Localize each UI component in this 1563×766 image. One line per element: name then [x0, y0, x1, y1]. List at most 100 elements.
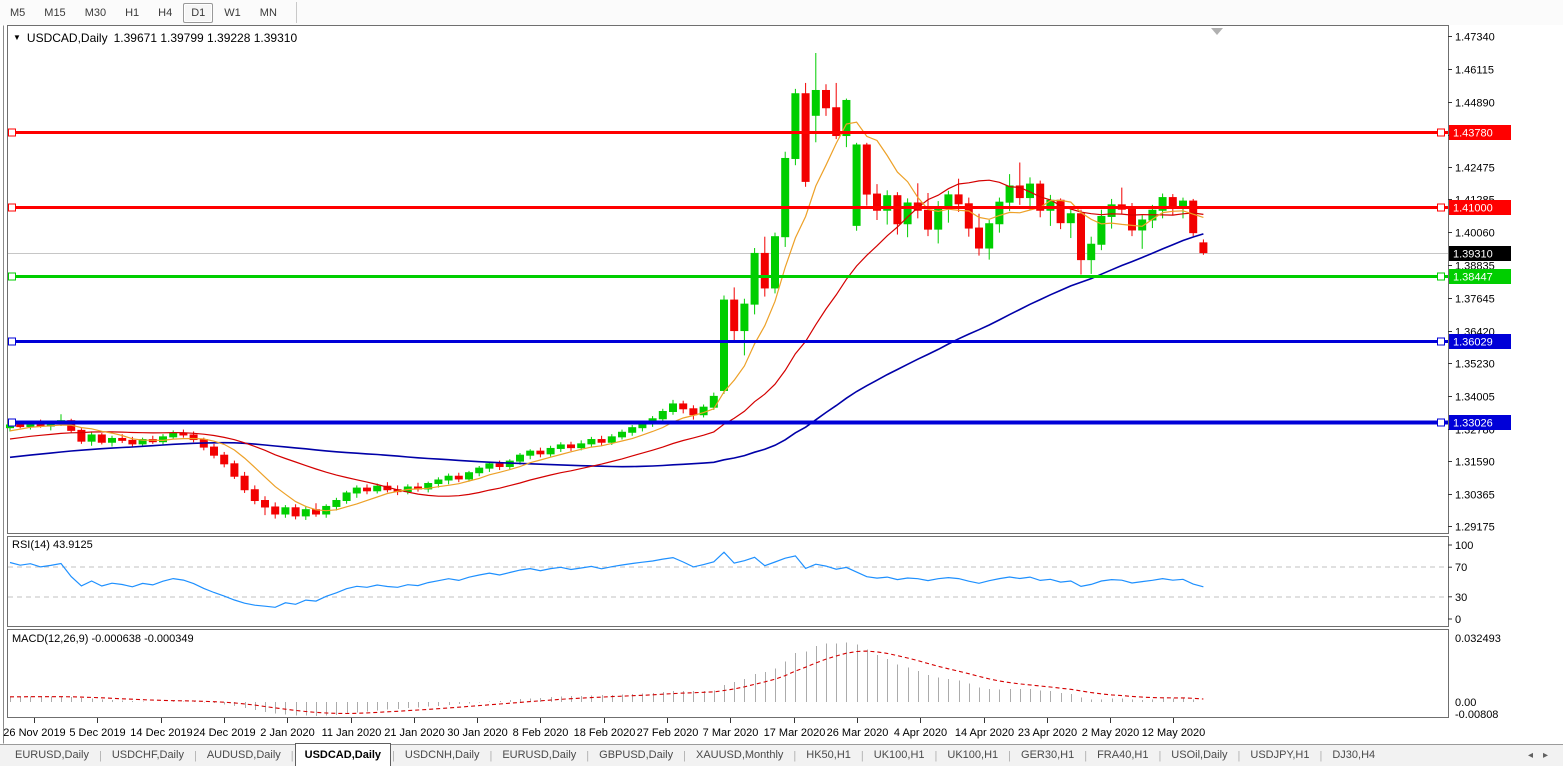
candle-body: [802, 94, 809, 182]
date-tick-label: 30 Jan 2020: [447, 727, 508, 739]
hline-left-handle[interactable]: [9, 419, 16, 426]
candle-body: [1006, 186, 1013, 202]
chart-tab-usdchf-daily[interactable]: USDCHF,Daily: [103, 745, 193, 766]
macd-tick-label: -0.00808: [1455, 709, 1498, 721]
candle-body: [211, 447, 218, 455]
candle-body: [894, 196, 901, 224]
date-tick-label: 21 Jan 2020: [384, 727, 445, 739]
price-tick-label: 1.37645: [1455, 294, 1495, 306]
candle-body: [435, 480, 442, 484]
timeframe-button-h1[interactable]: H1: [117, 3, 147, 23]
candle-body: [843, 100, 850, 135]
candle-body: [282, 508, 289, 514]
hline-right-handle[interactable]: [1438, 419, 1445, 426]
chart-tab-eurusd-daily[interactable]: EURUSD,Daily: [6, 745, 98, 766]
candle-body: [680, 404, 687, 409]
chart-tab-gbpusd-daily[interactable]: GBPUSD,Daily: [590, 745, 682, 766]
candle-body: [527, 451, 534, 455]
candle-body: [812, 90, 819, 115]
price-tick-label: 1.34005: [1455, 392, 1495, 404]
chart-tab-usdcnh-daily[interactable]: USDCNH,Daily: [396, 745, 489, 766]
date-tick-label: 12 May 2020: [1142, 727, 1206, 739]
chart-tab-hk50-h1[interactable]: HK50,H1: [797, 745, 860, 766]
chart-tab-uk100-h1[interactable]: UK100,H1: [865, 745, 934, 766]
hline-left-handle[interactable]: [9, 204, 16, 211]
rsi-tick-label: 70: [1455, 562, 1467, 574]
candle-body: [547, 448, 554, 453]
candle-body: [241, 476, 248, 489]
timeframe-button-m15[interactable]: M15: [36, 3, 73, 23]
hline-right-handle[interactable]: [1438, 129, 1445, 136]
rsi-pane-border: [8, 537, 1449, 627]
date-tick-label: 24 Dec 2019: [193, 727, 255, 739]
date-tick-label: 11 Jan 2020: [322, 727, 382, 739]
hline-left-handle[interactable]: [9, 273, 16, 280]
chart-tab-dj30-h4[interactable]: DJ30,H4: [1323, 745, 1384, 766]
tab-scroll-left-icon[interactable]: ◂: [1523, 750, 1538, 761]
candle-body: [1088, 244, 1095, 259]
hline-right-handle[interactable]: [1438, 273, 1445, 280]
candle-body: [262, 501, 269, 507]
candle-body: [1129, 209, 1136, 230]
candle-body: [619, 432, 626, 437]
date-tick-label: 4 Apr 2020: [894, 727, 947, 739]
price-tick-label: 1.29175: [1455, 522, 1495, 534]
chart-tab-xauusd-monthly[interactable]: XAUUSD,Monthly: [687, 745, 792, 766]
chart-tab-audusd-daily[interactable]: AUDUSD,Daily: [198, 745, 290, 766]
timeframe-button-w1[interactable]: W1: [216, 3, 249, 23]
candle-body: [853, 145, 860, 225]
candle-body: [119, 438, 126, 440]
price-tick-label: 1.40060: [1455, 228, 1495, 240]
chart-surface[interactable]: 1.473401.461151.448901.436651.424751.412…: [0, 0, 1563, 766]
quote-dropdown-icon[interactable]: ▼: [13, 34, 21, 42]
date-tick-label: 8 Feb 2020: [513, 727, 569, 739]
candle-body: [353, 488, 360, 493]
candle-body: [98, 435, 105, 442]
symbol-tabbar: EURUSD,Daily|USDCHF,Daily|AUDUSD,Daily|U…: [0, 744, 1563, 766]
candle-body: [445, 476, 452, 480]
candle-body: [537, 451, 544, 454]
timeframe-button-m5[interactable]: M5: [2, 3, 33, 23]
timeframe-button-m30[interactable]: M30: [77, 3, 114, 23]
chart-tab-fra40-h1[interactable]: FRA40,H1: [1088, 745, 1157, 766]
macd-tick-label: 0.00: [1455, 697, 1476, 709]
price-badge-label: 1.39310: [1453, 249, 1493, 261]
candle-body: [1078, 214, 1085, 260]
toolbar-separator: [296, 2, 297, 23]
candle-body: [27, 424, 34, 426]
candle-body: [976, 228, 983, 248]
hline-right-handle[interactable]: [1438, 204, 1445, 211]
chart-tab-ger30-h1[interactable]: GER30,H1: [1012, 745, 1083, 766]
ma-fast-line: [10, 122, 1203, 511]
ma-slow-line: [10, 234, 1203, 467]
chart-tab-usdcad-daily[interactable]: USDCAD,Daily: [295, 743, 391, 766]
candle-body: [741, 304, 748, 330]
chart-tab-eurusd-daily[interactable]: EURUSD,Daily: [493, 745, 585, 766]
candle-body: [1067, 214, 1074, 223]
macd-indicator-label: MACD(12,26,9) -0.000638 -0.000349: [12, 633, 194, 645]
price-tick-label: 1.44890: [1455, 98, 1495, 110]
timeframe-button-d1[interactable]: D1: [183, 3, 213, 23]
chart-tab-usoil-daily[interactable]: USOil,Daily: [1162, 745, 1236, 766]
macd-signal-line: [10, 651, 1203, 713]
candle-body: [955, 195, 962, 204]
timeframe-button-h4[interactable]: H4: [150, 3, 180, 23]
candle-body: [455, 476, 462, 479]
tab-scroll-right-icon[interactable]: ▸: [1538, 750, 1553, 761]
chart-tab-uk100-h1[interactable]: UK100,H1: [938, 745, 1007, 766]
candle-body: [761, 253, 768, 288]
rsi-tick-label: 0: [1455, 614, 1461, 626]
hline-left-handle[interactable]: [9, 338, 16, 345]
hline-right-handle[interactable]: [1438, 338, 1445, 345]
hline-left-handle[interactable]: [9, 129, 16, 136]
rsi-line: [10, 552, 1203, 607]
candle-body: [251, 490, 258, 501]
timeframe-button-mn[interactable]: MN: [252, 3, 285, 23]
candle-body: [343, 493, 350, 501]
chart-tab-usdjpy-h1[interactable]: USDJPY,H1: [1241, 745, 1318, 766]
rsi-indicator-label: RSI(14) 43.9125: [12, 539, 93, 551]
candle-body: [302, 510, 309, 516]
rsi-tick-label: 100: [1455, 540, 1473, 552]
ma-mid-line: [10, 180, 1203, 496]
candle-body: [129, 440, 136, 444]
